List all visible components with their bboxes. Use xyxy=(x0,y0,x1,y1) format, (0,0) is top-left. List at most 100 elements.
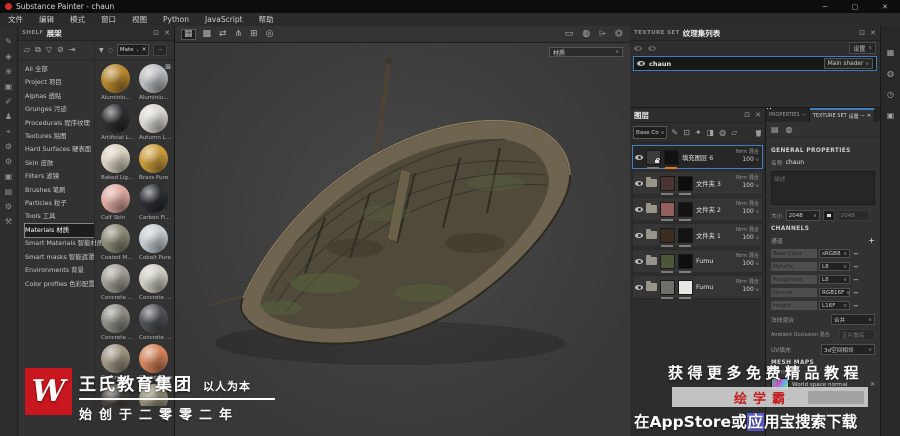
save-icon[interactable]: ▽ xyxy=(46,45,52,55)
shelf-category-item[interactable]: Procedurals 程序纹理 xyxy=(25,117,94,130)
tab-properties[interactable]: PROPERTIES− xyxy=(766,108,810,122)
folder-icon[interactable]: ▱ xyxy=(24,45,30,55)
add-effect-pen-icon[interactable]: ✎ xyxy=(671,129,678,137)
remove-channel-button[interactable]: − xyxy=(853,250,859,258)
menu-item[interactable]: 帮助 xyxy=(251,14,282,25)
maximize-button[interactable]: ▢ xyxy=(840,0,870,13)
channel-name-button[interactable]: Normal xyxy=(771,288,817,297)
close-button[interactable]: ✕ xyxy=(870,0,900,13)
layer-content-thumbnail[interactable] xyxy=(646,150,661,165)
layer-visibility-eye-icon[interactable] xyxy=(635,285,643,290)
layer-blend-mode[interactable]: Nrm 混合 xyxy=(736,175,759,182)
add-fill-layer-icon[interactable]: ◨ xyxy=(707,129,715,137)
layer-mask-thumbnail[interactable] xyxy=(664,150,679,165)
uv-padding-dropdown[interactable]: 3d空间相邻∨ xyxy=(821,344,875,355)
channel-format-dropdown[interactable]: L8∨ xyxy=(819,262,850,271)
material-thumbnail[interactable]: Autumn L... xyxy=(139,104,174,141)
material-thumbnail[interactable]: Aluminiu... xyxy=(101,64,137,101)
material-thumbnail[interactable]: Concrete ... xyxy=(101,304,137,341)
shading-mode-dropdown[interactable]: 材质 ∨ xyxy=(549,47,623,57)
import-resources-icon[interactable]: ⇥ xyxy=(69,45,76,55)
shelf-category-item[interactable]: Skin 皮肤 xyxy=(25,157,94,170)
channel-name-button[interactable]: Height xyxy=(771,301,817,310)
normal-mixing-dropdown[interactable]: 合并∨ xyxy=(831,314,875,325)
history-clock-icon[interactable]: ◷ xyxy=(887,90,894,99)
layer-opacity-dropdown[interactable]: 100 ∨ xyxy=(736,286,759,294)
add-folder-icon[interactable]: ▱ xyxy=(731,129,737,137)
layer-blend-mode[interactable]: Nrm 混合 xyxy=(736,279,759,286)
channel-format-dropdown[interactable]: RGB16F∨ xyxy=(819,288,850,297)
material-thumbnail[interactable]: Concrete ... xyxy=(139,264,174,301)
channel-name-button[interactable]: Base Color xyxy=(771,249,817,258)
paint-tool-icon[interactable]: ✎ xyxy=(5,38,12,46)
remove-channel-button[interactable]: − xyxy=(853,263,859,271)
detach-panel-icon[interactable]: ⊡ xyxy=(153,29,159,37)
close-tab-icon[interactable]: ✕ xyxy=(867,113,871,119)
shelf-category-item[interactable]: Environments 背景 xyxy=(25,264,94,277)
menu-item[interactable]: Python xyxy=(155,15,197,24)
channel-format-dropdown[interactable]: L16F∨ xyxy=(819,301,850,310)
shelf-category-item[interactable]: Particles 粒子 xyxy=(25,197,94,210)
shelf-category-item[interactable]: Materials 材质 xyxy=(25,224,94,237)
eraser-tool-icon[interactable]: ◈ xyxy=(5,53,11,61)
channel-name-button[interactable]: Metallic xyxy=(771,262,817,271)
material-thumbnail[interactable]: Brass Pure xyxy=(139,144,174,181)
layer-blend-mode[interactable]: Nrm 混合 xyxy=(736,149,759,156)
screenshot-camera-icon[interactable]: ⏣ xyxy=(615,30,623,39)
shelf-category-item[interactable]: Hard Surfaces 硬表面 xyxy=(25,143,94,156)
remove-channel-button[interactable]: − xyxy=(853,289,859,297)
layer-row[interactable]: 文件夹 3 Nrm 混合 100 ∨ xyxy=(632,171,763,195)
menu-item[interactable]: 视图 xyxy=(124,14,155,25)
menu-item[interactable]: 模式 xyxy=(62,14,93,25)
layer-mask-thumbnail[interactable] xyxy=(678,228,693,243)
texture-set-row[interactable]: chaun Main shader ∨ xyxy=(633,56,877,71)
viewer-settings-icon[interactable]: ⚙ xyxy=(5,158,12,166)
filter-chip-close-icon[interactable]: ✕ xyxy=(142,47,147,53)
filter-circle-icon[interactable]: ○ xyxy=(108,47,113,54)
close-panel-icon[interactable]: ✕ xyxy=(870,29,876,37)
shelf-category-item[interactable]: Textures 贴图 xyxy=(25,130,94,143)
clone-tool-icon[interactable]: ♟ xyxy=(5,113,12,121)
shelf-category-item[interactable]: Brushes 笔刷 xyxy=(25,184,94,197)
perspective-grid-icon[interactable]: ▦ xyxy=(182,30,195,39)
layer-content-thumbnail[interactable] xyxy=(660,228,675,243)
layer-mask-thumbnail[interactable] xyxy=(678,254,693,269)
layer-opacity-dropdown[interactable]: 100 ∨ xyxy=(736,156,759,164)
menu-item[interactable]: JavaScript xyxy=(197,15,251,24)
pivot-icon[interactable]: ◎ xyxy=(266,30,274,39)
shelf-category-item[interactable]: Tools 工具 xyxy=(25,210,94,223)
layer-blend-mode[interactable]: Nrm 混合 xyxy=(736,201,759,208)
document-icon[interactable]: ▤ xyxy=(5,188,13,196)
layer-row[interactable]: Fumu Nrm 混合 100 ∨ xyxy=(632,249,763,273)
show-all-eye-icon[interactable] xyxy=(634,46,642,51)
layer-visibility-eye-icon[interactable] xyxy=(635,181,643,186)
symmetry-icon[interactable]: ⋔ xyxy=(235,30,243,39)
shelf-category-item[interactable]: Grunges 污迹 xyxy=(25,103,94,116)
smudge-tool-icon[interactable]: ✐ xyxy=(5,98,12,106)
size-lock-button[interactable] xyxy=(823,210,835,221)
material-properties-icon[interactable]: ▤ xyxy=(771,125,779,134)
shelf-category-item[interactable]: Project 项目 xyxy=(25,76,94,89)
shelf-category-item[interactable]: All 全部 xyxy=(25,63,94,76)
settings-gear-icon[interactable]: ⚙ xyxy=(5,203,12,211)
layer-row[interactable]: Fumu Nrm 混合 100 ∨ xyxy=(632,275,763,299)
filter-more-button[interactable]: ─ xyxy=(153,44,167,56)
layer-blend-mode[interactable]: Nrm 混合 xyxy=(736,227,759,234)
shader-dropdown[interactable]: Main shader ∨ xyxy=(824,58,873,69)
layer-content-thumbnail[interactable] xyxy=(660,202,675,217)
detach-panel-icon[interactable]: ⊡ xyxy=(744,111,750,119)
layer-opacity-dropdown[interactable]: 100 ∨ xyxy=(736,182,759,190)
channel-format-dropdown[interactable]: L8∨ xyxy=(819,275,850,284)
remove-channel-button[interactable]: − xyxy=(853,302,859,310)
layer-row[interactable]: 文件夹 1 Nrm 混合 100 ∨ xyxy=(632,223,763,247)
material-thumbnail[interactable]: Coated M... xyxy=(101,224,137,261)
library-icon[interactable]: ▣ xyxy=(887,111,895,120)
layer-content-thumbnail[interactable] xyxy=(660,254,675,269)
layer-visibility-eye-icon[interactable] xyxy=(635,233,643,238)
channel-format-dropdown[interactable]: sRGB8∨ xyxy=(819,249,850,258)
filter-funnel-icon[interactable]: ▼ xyxy=(99,47,104,54)
close-panel-icon[interactable]: ✕ xyxy=(164,29,170,37)
environment-sphere-icon[interactable]: ◍ xyxy=(582,30,590,39)
display-settings-icon[interactable]: ⚙ xyxy=(5,143,12,151)
menu-item[interactable]: 窗口 xyxy=(93,14,124,25)
